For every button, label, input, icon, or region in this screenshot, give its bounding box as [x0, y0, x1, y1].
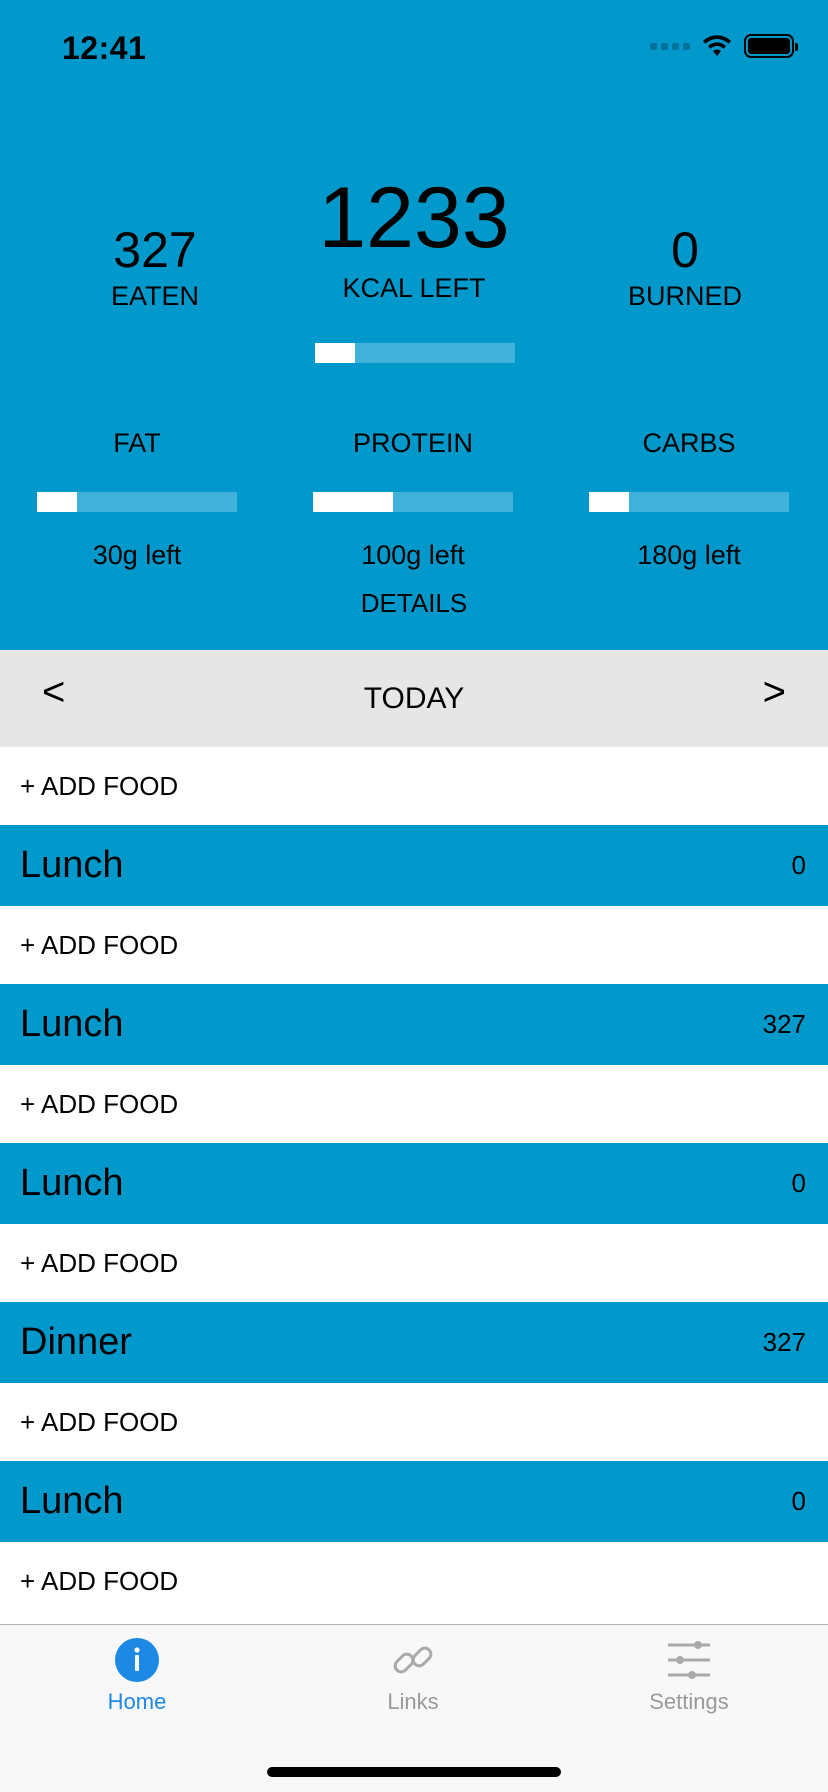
info-icon — [115, 1638, 159, 1682]
meal-calories: 0 — [791, 1486, 806, 1516]
kcal-progress-fill — [315, 343, 355, 363]
details-button[interactable]: DETAILS — [314, 588, 514, 619]
status-time: 12:41 — [62, 30, 147, 66]
battery-icon — [744, 34, 798, 58]
macro-fat: FAT 30g left — [22, 428, 252, 570]
macro-progress-bar — [589, 492, 789, 512]
meal-header[interactable]: Lunch 327 — [0, 984, 828, 1065]
add-food-button[interactable]: + ADD FOOD — [0, 747, 828, 825]
tab-label: Home — [107, 1689, 167, 1714]
macro-progress-bar — [37, 492, 237, 512]
next-day-button[interactable]: > — [763, 670, 786, 715]
sliders-icon — [668, 1641, 710, 1679]
meal-header[interactable]: Lunch 0 — [0, 825, 828, 906]
link-icon — [393, 1646, 433, 1674]
macro-remaining: 30g left — [92, 540, 182, 570]
meal-name: Lunch — [20, 844, 124, 886]
kcal-left-label: KCAL LEFT — [342, 273, 486, 303]
meal-name: Lunch — [20, 1162, 124, 1204]
macro-progress-fill — [37, 492, 77, 512]
meal-name: Dinner — [20, 1321, 132, 1363]
macro-protein: PROTEIN 100g left — [298, 428, 528, 570]
macro-progress-bar — [313, 492, 513, 512]
macro-progress-fill — [313, 492, 393, 512]
add-food-button[interactable]: + ADD FOOD — [0, 1065, 828, 1143]
eaten-label: EATEN — [110, 281, 199, 311]
macro-label: FAT — [113, 428, 161, 458]
current-day-label: TODAY — [363, 682, 465, 715]
meal-name: Lunch — [20, 1003, 124, 1045]
burned-stat: 0 BURNED — [610, 225, 760, 312]
tab-bar: Home Links Settings — [0, 1624, 828, 1792]
macro-remaining: 100g left — [361, 540, 465, 570]
add-food-button[interactable]: + ADD FOOD — [0, 1542, 828, 1620]
kcal-left-stat: 1233 KCAL LEFT — [300, 175, 528, 304]
tab-links[interactable]: Links — [313, 1637, 513, 1715]
tab-home[interactable]: Home — [37, 1637, 237, 1715]
burned-value: 0 — [671, 222, 699, 278]
day-navigator: < TODAY > — [0, 650, 828, 747]
macro-label: PROTEIN — [352, 428, 473, 458]
macro-carbs: CARBS 180g left — [574, 428, 804, 570]
add-food-button[interactable]: + ADD FOOD — [0, 906, 828, 984]
status-icons — [650, 34, 798, 58]
tab-settings[interactable]: Settings — [589, 1637, 789, 1715]
burned-label: BURNED — [627, 281, 742, 311]
meal-header[interactable]: Lunch 0 — [0, 1461, 828, 1542]
eaten-stat: 327 EATEN — [95, 225, 215, 312]
meal-calories: 0 — [791, 1168, 806, 1198]
meal-calories: 0 — [791, 850, 806, 880]
macro-progress-fill — [589, 492, 629, 512]
tab-label: Settings — [649, 1689, 729, 1714]
meal-header[interactable]: Dinner 327 — [0, 1302, 828, 1383]
kcal-left-value: 1233 — [318, 170, 510, 266]
macro-remaining: 180g left — [637, 540, 741, 570]
meal-header[interactable]: Lunch 0 — [0, 1143, 828, 1224]
tab-label: Links — [387, 1689, 439, 1714]
meal-calories: 327 — [762, 1009, 806, 1039]
summary-header: 12:41 327 EATEN 1233 KCAL LEFT 0 BURNED … — [0, 0, 828, 650]
kcal-progress-bar — [315, 343, 515, 363]
add-food-button[interactable]: + ADD FOOD — [0, 1383, 828, 1461]
macro-label: CARBS — [642, 428, 736, 458]
add-food-button[interactable]: + ADD FOOD — [0, 1224, 828, 1302]
eaten-value: 327 — [113, 222, 197, 278]
wifi-icon — [703, 35, 731, 56]
meal-list: + ADD FOOD Lunch 0 + ADD FOOD Lunch 327 … — [0, 747, 828, 1620]
meal-name: Lunch — [20, 1480, 124, 1522]
meal-calories: 327 — [762, 1327, 806, 1357]
cellular-signal-icon — [650, 42, 690, 50]
home-indicator — [267, 1767, 561, 1777]
